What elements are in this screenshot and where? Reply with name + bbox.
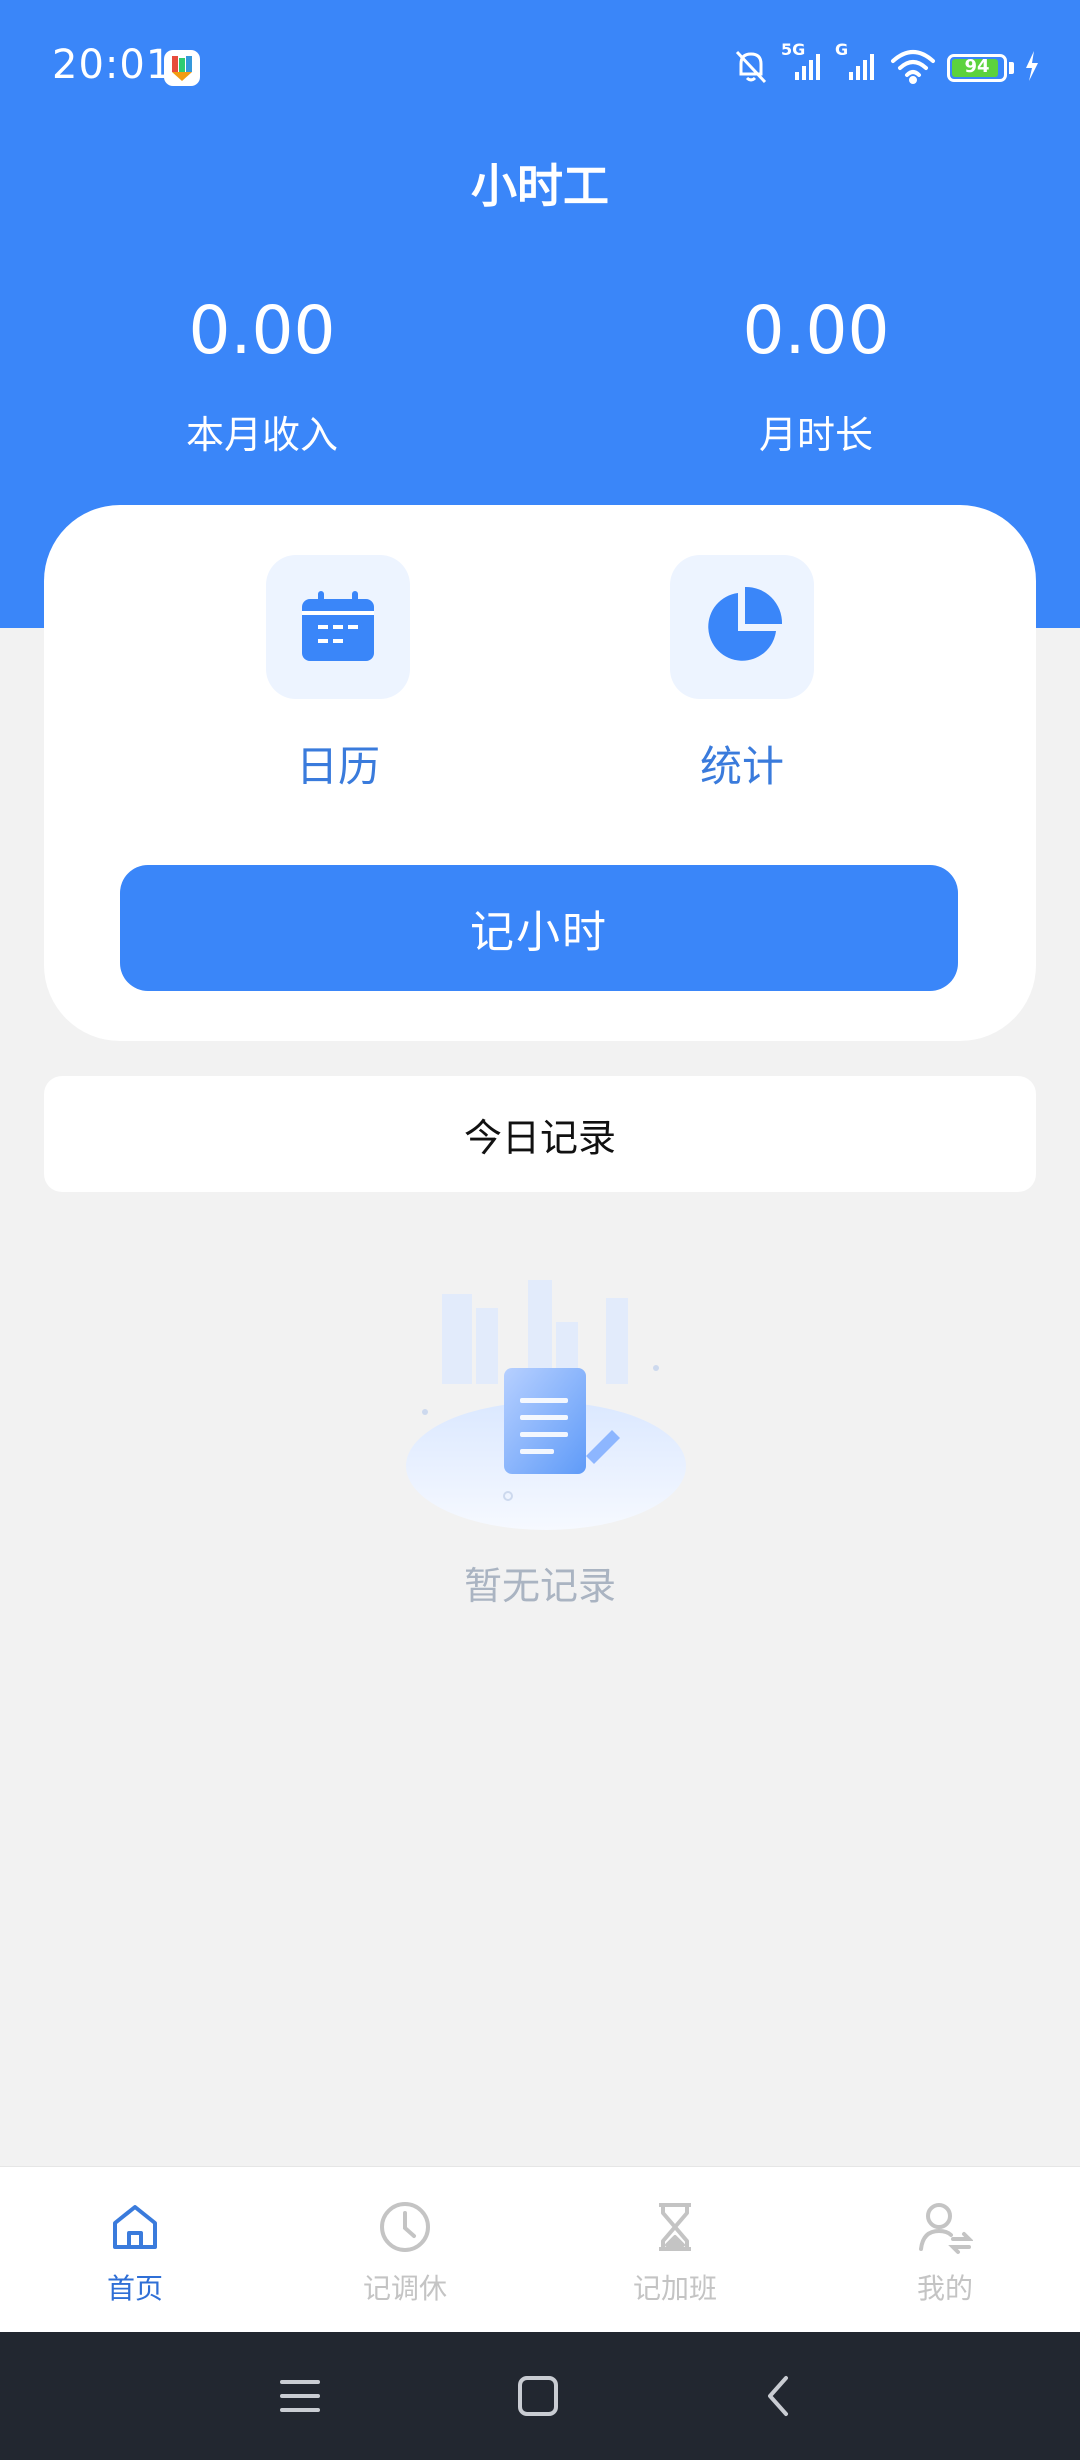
tab-mine-label: 我的 <box>916 2272 973 2305</box>
tab-overtime[interactable]: 记加班 <box>540 2167 810 2333</box>
network-g-label: G <box>835 40 849 59</box>
calendar-label: 日历 <box>295 742 380 791</box>
clock-icon <box>380 2202 430 2252</box>
battery-icon: 94 <box>947 54 1007 82</box>
record-hours-button[interactable]: 记小时 <box>120 865 958 991</box>
network-5g-label: 5G <box>781 40 806 59</box>
statistics-button[interactable]: 统计 <box>622 555 862 794</box>
statistics-icon-box <box>670 555 814 699</box>
hourglass-icon <box>659 2203 691 2251</box>
monthly-hours-value: 0.00 <box>742 292 890 369</box>
wifi-icon <box>889 47 937 89</box>
home-nav-button[interactable] <box>508 2366 568 2426</box>
battery-level: 94 <box>964 56 990 77</box>
system-nav-bar <box>0 2332 1080 2460</box>
charging-icon <box>1024 51 1040 85</box>
menu-button[interactable] <box>270 2366 330 2426</box>
monthly-hours-label: 月时长 <box>758 413 873 457</box>
bottom-tab-bar: 首页 记调休 记加班 我的 <box>0 2166 1080 2333</box>
calendar-icon-box <box>266 555 410 699</box>
status-time: 20:01 <box>52 42 173 88</box>
menu-icon <box>280 2380 320 2412</box>
empty-state-illustration <box>400 1270 690 1540</box>
back-button[interactable] <box>748 2366 808 2426</box>
today-records-header: 今日记录 <box>44 1076 1036 1192</box>
status-icons: 5G G 94 <box>731 40 1040 96</box>
monthly-income-stat: 0.00 本月收入 <box>62 298 462 459</box>
tab-overtime-label: 记加班 <box>632 2272 717 2305</box>
tab-time-off-label: 记调休 <box>362 2272 447 2305</box>
tab-time-off[interactable]: 记调休 <box>270 2167 540 2333</box>
statistics-label: 统计 <box>699 742 784 791</box>
signal-icon-2: G <box>835 40 879 88</box>
signal-icon: 5G <box>781 40 825 88</box>
pie-chart-icon <box>708 586 783 661</box>
monthly-income-label: 本月收入 <box>185 413 338 457</box>
tab-home-label: 首页 <box>106 2272 163 2305</box>
back-icon <box>768 2376 788 2416</box>
battery-cap <box>1009 62 1014 74</box>
empty-state-text: 暂无记录 <box>463 1564 616 1608</box>
monthly-income-value: 0.00 <box>188 292 336 369</box>
home-icon <box>113 2205 157 2249</box>
page-title: 小时工 <box>471 159 609 213</box>
calendar-icon <box>302 591 374 661</box>
action-card: 日历 统计 记小时 <box>44 505 1036 1041</box>
home-square-icon <box>518 2376 558 2416</box>
calendar-button[interactable]: 日历 <box>218 555 458 794</box>
app-notification-icon <box>164 50 200 86</box>
user-switch-icon <box>919 2203 973 2254</box>
tab-home[interactable]: 首页 <box>0 2167 270 2333</box>
tab-mine[interactable]: 我的 <box>810 2167 1080 2333</box>
bell-off-icon <box>731 46 771 90</box>
monthly-hours-stat: 0.00 月时长 <box>616 298 1016 459</box>
